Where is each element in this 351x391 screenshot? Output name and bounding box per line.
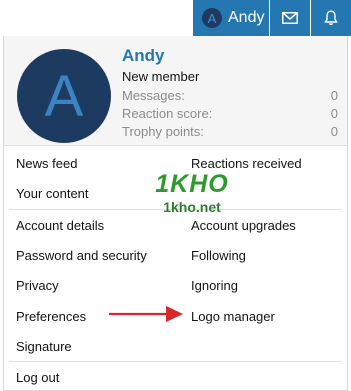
bell-icon xyxy=(324,10,338,26)
account-dropdown: A Andy New member Messages: 0 Reaction s… xyxy=(3,36,348,391)
menu-ignoring[interactable]: Ignoring xyxy=(191,278,238,293)
nav-username: Andy xyxy=(228,9,265,26)
watermark-site: 1kho.net xyxy=(163,199,221,215)
menu-privacy[interactable]: Privacy xyxy=(16,278,59,293)
menu-password-security[interactable]: Password and security xyxy=(16,248,147,263)
stat-messages: Messages: 0 xyxy=(122,88,338,103)
stat-value: 0 xyxy=(330,106,338,121)
menu-following[interactable]: Following xyxy=(191,248,246,263)
watermark-brand: 1KHO xyxy=(155,170,229,198)
profile-avatar[interactable]: A xyxy=(17,49,111,143)
menu-news-feed[interactable]: News feed xyxy=(16,156,77,171)
member-title: New member xyxy=(122,69,200,84)
inbox-button[interactable] xyxy=(270,0,310,36)
stat-label: Reaction score: xyxy=(122,106,213,121)
stat-trophy-points: Trophy points: 0 xyxy=(122,124,338,139)
menu-log-out[interactable]: Log out xyxy=(16,370,59,385)
watermark-logo: 1KHO 1kho.net xyxy=(152,169,232,229)
menu-account-details[interactable]: Account details xyxy=(16,218,104,233)
menu-signature[interactable]: Signature xyxy=(16,339,72,354)
stat-value: 0 xyxy=(330,124,338,139)
user-menu-toggle[interactable]: A Andy xyxy=(193,0,269,42)
red-arrow-annotation xyxy=(109,306,183,322)
top-navbar: A Andy xyxy=(0,0,351,42)
envelope-icon xyxy=(282,12,298,24)
profile-header: A Andy New member Messages: 0 Reaction s… xyxy=(4,36,347,146)
nav-avatar: A xyxy=(202,8,222,28)
menu-your-content[interactable]: Your content xyxy=(16,186,89,201)
stat-value: 0 xyxy=(330,88,338,103)
menu-logo-manager[interactable]: Logo manager xyxy=(191,309,275,324)
alerts-button[interactable] xyxy=(311,0,351,36)
menu-divider xyxy=(9,361,342,362)
stat-label: Messages: xyxy=(122,88,185,103)
stat-reaction-score: Reaction score: 0 xyxy=(122,106,338,121)
profile-name[interactable]: Andy xyxy=(122,46,165,66)
menu-preferences[interactable]: Preferences xyxy=(16,309,86,324)
stat-label: Trophy points: xyxy=(122,124,204,139)
